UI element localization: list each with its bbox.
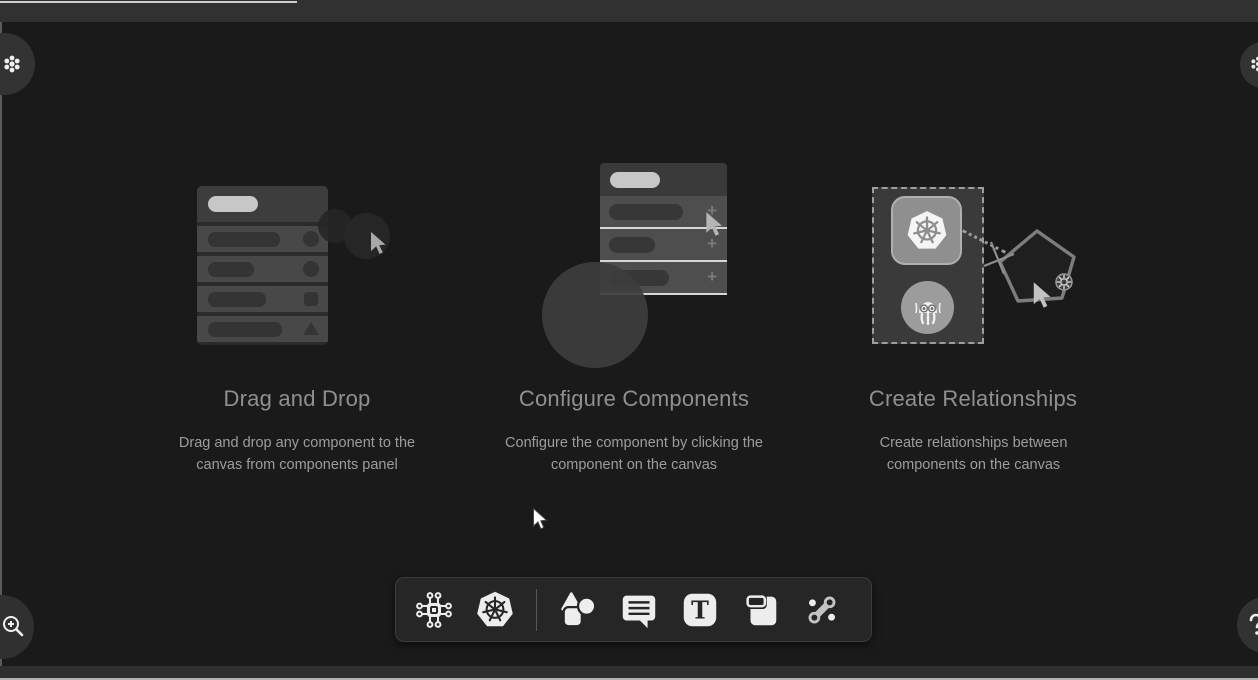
left-edge-line [0,22,2,666]
triangle-shape [303,322,319,335]
help-icon [1247,613,1258,637]
circle-shape [303,231,319,247]
step-description: Drag and drop any component to the canva… [167,432,427,476]
zoom-in-icon [0,613,26,639]
top-bar [0,0,1258,22]
panel-header [600,163,727,196]
canvas-node-circle [542,262,648,368]
edge-handle-cross [982,238,1016,278]
link-icon [801,589,843,631]
cursor-arrow [1030,280,1056,310]
top-progress-line [0,1,297,3]
components-panel-illustration [197,186,328,345]
note-tool-button[interactable] [735,584,787,636]
kubernetes-icon [472,587,518,633]
bottom-bar [0,666,1258,678]
shapes-tool-button[interactable] [552,584,604,636]
step-description: Create relationships between components … [866,432,1081,476]
text-tool-button[interactable]: T [674,584,726,636]
squid-mascot-icon [908,287,948,329]
step-title-configure-components: Configure Components [474,386,794,412]
step-title-drag-and-drop: Drag and Drop [137,386,457,412]
kubernetes-icon [902,206,952,256]
panel-header [197,186,328,222]
circle-shape [303,261,319,277]
text-tool-icon: T [679,589,721,631]
kubernetes-component-tile [891,196,962,265]
comment-icon [618,589,660,631]
mouse-cursor [531,507,550,531]
panel-row [197,226,328,252]
square-shape [304,292,318,306]
comment-tool-button[interactable] [613,584,665,636]
flower-icon [1250,56,1258,72]
panel-header-pill [610,172,660,188]
panel-row [197,316,328,342]
panel-row [197,286,328,312]
step-title-create-relationships: Create Relationships [813,386,1133,412]
plus-icon: + [707,267,717,287]
sticky-note-icon [740,589,782,631]
chip-network-icon [412,588,456,632]
panel-header-pill [208,196,258,212]
kubernetes-tool-button[interactable] [469,584,521,636]
svg-text:T: T [691,596,709,624]
relationship-tool-button[interactable] [796,584,848,636]
toolbar-divider [536,589,537,631]
panel-row [197,256,328,282]
step-description: Configure the component by clicking the … [488,432,780,476]
cursor-arrow [368,230,390,256]
shapes-icon [557,589,599,631]
flower-icon [3,55,21,73]
canvas-toolbar: T [395,577,872,642]
components-tool-button[interactable] [408,584,460,636]
squid-mascot-badge [901,281,954,334]
cursor-arrow [703,210,727,238]
